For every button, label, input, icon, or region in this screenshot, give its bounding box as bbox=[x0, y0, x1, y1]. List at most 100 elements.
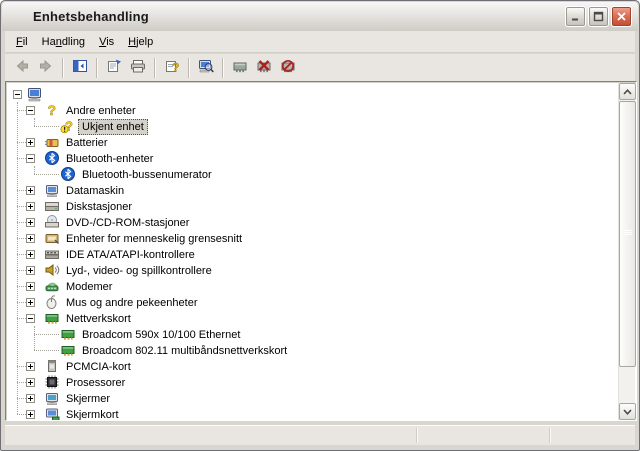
scrollbar-thumb[interactable] bbox=[619, 101, 636, 367]
vertical-scrollbar[interactable] bbox=[618, 83, 636, 420]
scroll-down-button[interactable] bbox=[619, 403, 636, 420]
menu-vis[interactable]: Vis bbox=[92, 33, 121, 51]
tree-item-pcmcia-kort: PCMCIA-kort bbox=[6, 358, 606, 374]
expand-toggle[interactable] bbox=[26, 234, 35, 243]
minimize-icon bbox=[572, 18, 578, 21]
expand-toggle[interactable] bbox=[26, 250, 35, 259]
tree-item-label[interactable]: Datamaskin bbox=[62, 183, 128, 199]
tree-item-label[interactable]: Prosessorer bbox=[62, 375, 129, 391]
tree-connector bbox=[17, 142, 26, 143]
collapse-toggle[interactable] bbox=[13, 90, 22, 99]
tree-connector bbox=[17, 206, 26, 207]
toolbar-separator bbox=[222, 57, 224, 78]
tree-item-label[interactable]: Bluetooth-enheter bbox=[62, 151, 157, 167]
expand-toggle[interactable] bbox=[26, 362, 35, 371]
bluetooth-icon bbox=[44, 150, 60, 166]
expand-toggle[interactable] bbox=[26, 298, 35, 307]
tree-item-prosessorer: Prosessorer bbox=[6, 374, 606, 390]
display-adapter-icon bbox=[44, 406, 60, 420]
tree-connector bbox=[17, 366, 26, 367]
scrollbar-grip bbox=[624, 230, 632, 236]
disable-device-button[interactable] bbox=[276, 56, 300, 79]
tree-item-label[interactable]: Mus og andre pekeenheter bbox=[62, 295, 201, 311]
scan-hardware-icon bbox=[198, 58, 214, 77]
chevron-down-icon bbox=[623, 408, 632, 415]
properties-button[interactable] bbox=[102, 56, 126, 79]
expand-toggle[interactable] bbox=[26, 410, 35, 419]
tree-connector bbox=[17, 414, 26, 415]
toolbar: ? bbox=[5, 54, 635, 81]
expand-toggle[interactable] bbox=[26, 378, 35, 387]
monitor-icon bbox=[44, 390, 60, 406]
tree-item-label[interactable]: Enheter for menneskelig grensesnitt bbox=[62, 231, 246, 247]
scan-hardware-changes-button[interactable] bbox=[194, 56, 218, 79]
tree-connector bbox=[17, 270, 26, 271]
collapse-toggle[interactable] bbox=[26, 106, 35, 115]
expand-toggle[interactable] bbox=[26, 394, 35, 403]
window-title: Enhetsbehandling bbox=[33, 9, 149, 24]
close-button[interactable] bbox=[611, 6, 632, 27]
tree-item-label[interactable]: Ukjent enhet bbox=[78, 119, 148, 135]
properties-icon bbox=[106, 58, 122, 77]
tree-item-label[interactable]: Skjermkort bbox=[62, 407, 123, 420]
tree-item-label[interactable]: PCMCIA-kort bbox=[62, 359, 135, 375]
console-tree-icon bbox=[72, 58, 88, 77]
help-button[interactable]: ? bbox=[160, 56, 184, 79]
collapse-toggle[interactable] bbox=[26, 314, 35, 323]
expand-toggle[interactable] bbox=[26, 186, 35, 195]
tree-connector bbox=[17, 318, 26, 319]
tree-item-label[interactable]: Lyd-, video- og spillkontrollere bbox=[62, 263, 216, 279]
bluetooth-icon bbox=[60, 166, 76, 182]
menu-hjelp[interactable]: Hjelp bbox=[121, 33, 160, 51]
tree-item-lyd-video-og-spillkontrollere: Lyd-, video- og spillkontrollere bbox=[6, 262, 606, 278]
unknown-device-warning-icon: ? bbox=[60, 118, 76, 134]
expand-toggle[interactable] bbox=[26, 138, 35, 147]
battery-icon bbox=[44, 134, 60, 150]
maximize-button[interactable] bbox=[588, 6, 609, 27]
tree-item-dvd-cd-rom-stasjoner: DVD-/CD-ROM-stasjoner bbox=[6, 214, 606, 230]
cdrom-drive-icon bbox=[44, 214, 60, 230]
tree-connector bbox=[34, 326, 35, 350]
tree-item-label[interactable]: Batterier bbox=[62, 135, 112, 151]
tree-connector bbox=[34, 334, 59, 335]
tree-item-label[interactable]: Andre enheter bbox=[62, 103, 140, 119]
computer-small-icon bbox=[44, 182, 60, 198]
expand-toggle[interactable] bbox=[26, 266, 35, 275]
tree-item-label[interactable]: Skjermer bbox=[62, 391, 114, 407]
tree-item-bluetooth-enheter: Bluetooth-enheter bbox=[6, 150, 606, 166]
expand-toggle[interactable] bbox=[26, 282, 35, 291]
tree-item-label[interactable]: Broadcom 802.11 multibåndsnettverkskort bbox=[78, 343, 291, 359]
uninstall-device-button[interactable] bbox=[252, 56, 276, 79]
back-arrow-icon bbox=[14, 58, 30, 77]
disk-drive-icon bbox=[44, 198, 60, 214]
update-driver-button[interactable] bbox=[228, 56, 252, 79]
tree-item-label[interactable]: IDE ATA/ATAPI-kontrollere bbox=[62, 247, 199, 263]
scroll-up-button[interactable] bbox=[619, 83, 636, 100]
tree-item-label[interactable]: Bluetooth-bussenumerator bbox=[78, 167, 216, 183]
menu-handling[interactable]: Handling bbox=[35, 33, 92, 51]
tree-item-label[interactable]: Modemer bbox=[62, 279, 116, 295]
hid-icon bbox=[44, 230, 60, 246]
menu-fil[interactable]: Fil bbox=[9, 33, 35, 51]
tree-item-label[interactable]: Broadcom 590x 10/100 Ethernet bbox=[78, 327, 244, 343]
show-hide-console-tree-button[interactable] bbox=[68, 56, 92, 79]
expand-toggle[interactable] bbox=[26, 218, 35, 227]
expand-toggle[interactable] bbox=[26, 202, 35, 211]
tree-item-label[interactable]: DVD-/CD-ROM-stasjoner bbox=[62, 215, 193, 231]
forward-button[interactable] bbox=[34, 56, 58, 79]
status-bar bbox=[5, 425, 635, 445]
collapse-toggle[interactable] bbox=[26, 154, 35, 163]
tree-connector bbox=[34, 166, 35, 174]
tree-connector bbox=[17, 286, 26, 287]
back-button[interactable] bbox=[10, 56, 34, 79]
tree-item-label[interactable]: Diskstasjoner bbox=[62, 199, 136, 215]
tree-connector bbox=[34, 118, 35, 126]
tree-connector bbox=[17, 254, 26, 255]
tree-item-label[interactable]: Nettverkskort bbox=[62, 311, 135, 327]
tree-item-ukjent-enhet: ? Ukjent enhet bbox=[6, 118, 606, 135]
print-button[interactable] bbox=[126, 56, 150, 79]
minimize-button[interactable] bbox=[565, 6, 586, 27]
tree-connector bbox=[17, 102, 18, 414]
titlebar[interactable]: Enhetsbehandling bbox=[2, 2, 638, 31]
toolbar-separator bbox=[62, 57, 64, 78]
